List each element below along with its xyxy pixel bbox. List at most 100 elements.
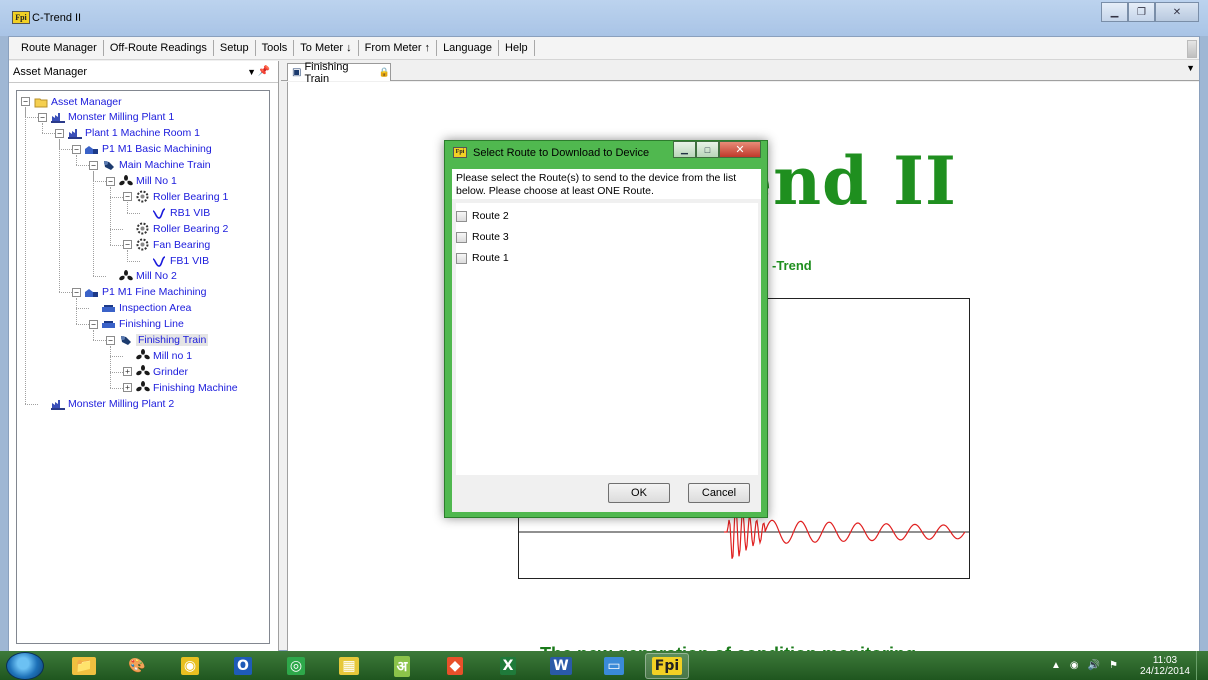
network-icon[interactable]: ◉ — [1070, 660, 1079, 671]
tree-node[interactable]: Mill no 1 — [123, 348, 192, 363]
collapse-icon[interactable]: − — [123, 192, 132, 202]
tree-node[interactable]: Monster Milling Plant 2 — [38, 396, 174, 411]
tree-node[interactable]: − Finishing Train — [106, 333, 209, 348]
dialog-minimize-button[interactable]: ▁ — [673, 141, 696, 158]
tab-overflow-icon[interactable]: ▼ — [1186, 63, 1195, 73]
route-checkbox[interactable] — [456, 252, 467, 264]
collapse-icon[interactable]: − — [21, 97, 30, 106]
tab-finishing-train[interactable]: ▣ Finishing Train 🔒 — [287, 61, 391, 85]
tree-connector — [25, 403, 38, 405]
asset-tree[interactable]: − Asset Manager − Monster Milling Plant 1− P… — [16, 90, 270, 644]
outlook-icon: O — [234, 657, 252, 675]
tree-node[interactable]: FB1 VIB — [140, 253, 209, 268]
window-controls: ▁ ❐ ✕ — [1101, 2, 1199, 22]
taskbar-app[interactable]: ◆ — [433, 653, 477, 679]
collapse-icon[interactable]: − — [38, 112, 47, 122]
taskbar-app[interactable]: ▦ — [327, 653, 371, 679]
menu-from-meter[interactable]: From Meter ↑ — [359, 40, 438, 56]
taskbar-app[interactable]: Fpi — [645, 653, 689, 679]
taskbar-app[interactable]: X — [486, 653, 530, 679]
menu-to-meter[interactable]: To Meter ↓ — [294, 40, 359, 56]
git-icon: ◆ — [446, 657, 464, 675]
route-label: Route 3 — [472, 231, 509, 243]
route-item[interactable]: Route 2 — [456, 208, 509, 224]
minimize-button[interactable]: ▁ — [1101, 2, 1128, 22]
collapse-icon[interactable]: − — [89, 319, 98, 329]
expand-icon[interactable]: + — [123, 383, 132, 393]
tree-connector — [127, 212, 140, 214]
menu-language[interactable]: Language — [437, 40, 500, 56]
collapse-icon[interactable]: − — [55, 128, 64, 138]
collapse-icon[interactable]: − — [106, 176, 115, 186]
route-item[interactable]: Route 1 — [456, 250, 509, 266]
dialog-maximize-button[interactable]: □ — [696, 141, 719, 158]
menu-off-route-readings[interactable]: Off-Route Readings — [104, 40, 214, 56]
collapse-icon[interactable]: − — [72, 144, 81, 154]
tree-node[interactable]: − P1 M1 Fine Machining — [72, 285, 206, 300]
tree-node[interactable]: − Mill No 1 — [106, 174, 177, 189]
start-button[interactable] — [6, 652, 44, 680]
cancel-button[interactable]: Cancel — [688, 483, 750, 503]
action-center-icon[interactable]: ⚑ — [1109, 660, 1118, 671]
tree-node[interactable]: − Monster Milling Plant 1 — [38, 110, 174, 125]
tree-node[interactable]: + Grinder — [123, 364, 188, 379]
volume-icon[interactable]: 🔊 — [1088, 660, 1100, 671]
tree-node[interactable]: − P1 M1 Basic Machining — [72, 142, 212, 157]
menu-help[interactable]: Help — [499, 40, 535, 56]
route-checkbox[interactable] — [456, 210, 467, 222]
chrome-icon: ◉ — [180, 657, 200, 675]
menu-route-manager[interactable]: Route Manager — [15, 40, 104, 56]
tree-node[interactable]: − Main Machine Train — [89, 158, 211, 173]
tree-node-label: Plant 1 Machine Room 1 — [85, 127, 200, 140]
close-button[interactable]: ✕ — [1155, 2, 1199, 22]
dialog-controls: ▁ □ ✕ — [673, 141, 761, 158]
tree-node[interactable]: − Asset Manager — [21, 94, 122, 109]
taskbar-app[interactable]: ▭ — [592, 653, 636, 679]
pane-dropdown-icon[interactable]: ▼ — [247, 61, 256, 83]
tree-node[interactable]: Inspection Area — [89, 301, 191, 316]
route-item[interactable]: Route 3 — [456, 229, 509, 245]
collapse-icon[interactable]: − — [72, 287, 81, 297]
lock-icon[interactable]: 🔒 — [379, 67, 390, 78]
tree-node[interactable]: − Roller Bearing 1 — [123, 189, 228, 204]
collapse-icon[interactable]: − — [106, 335, 115, 345]
tree-node[interactable]: − Fan Bearing — [123, 237, 210, 252]
expand-icon[interactable]: + — [123, 367, 132, 377]
dialog-close-button[interactable]: ✕ — [719, 141, 761, 158]
tree-node[interactable]: Roller Bearing 2 — [123, 221, 228, 236]
tree-node[interactable]: Mill No 2 — [106, 269, 177, 284]
taskbar-app[interactable]: W — [539, 653, 583, 679]
taskbar-app[interactable]: O — [221, 653, 265, 679]
dialog-title: Select Route to Download to Device — [473, 147, 650, 159]
taskbar-app[interactable]: 📁 — [62, 653, 106, 679]
collapse-icon[interactable]: − — [123, 240, 132, 250]
taskbar-app[interactable]: अ — [380, 653, 424, 679]
tree-node-label: Finishing Train — [136, 334, 209, 346]
pin-icon[interactable]: 📌 — [258, 61, 270, 83]
tray-expand-icon[interactable]: ▲ — [1051, 660, 1061, 671]
taskbar-app[interactable]: ◎ — [274, 653, 318, 679]
tree-connector — [110, 371, 123, 373]
train-icon — [118, 334, 133, 347]
tree-node[interactable]: − Finishing Line — [89, 317, 184, 332]
close-icon: ✕ — [1172, 6, 1182, 18]
maximize-button[interactable]: ❐ — [1128, 2, 1155, 22]
ok-button[interactable]: OK — [608, 483, 670, 503]
menu-tools[interactable]: Tools — [256, 40, 295, 56]
collapse-icon[interactable]: − — [89, 160, 98, 170]
taskbar-app[interactable]: ◉ — [168, 653, 212, 679]
machine-icon — [118, 269, 133, 283]
tree-node[interactable]: + Finishing Machine — [123, 380, 238, 395]
restore-icon: ❐ — [1137, 6, 1146, 18]
taskbar-app[interactable]: 🎨 — [115, 653, 159, 679]
tree-node[interactable]: RB1 VIB — [140, 205, 210, 220]
show-desktop-button[interactable] — [1196, 651, 1208, 680]
tree-node-label: Finishing Machine — [153, 381, 238, 394]
route-checkbox[interactable] — [456, 231, 467, 243]
tree-node[interactable]: − Plant 1 Machine Room 1 — [55, 126, 200, 141]
clock[interactable]: 11:03 24/12/2014 — [1140, 655, 1190, 677]
dialog-app-icon: Fpi — [453, 147, 467, 158]
menu-overflow-scroll[interactable] — [1187, 40, 1197, 58]
menu-setup[interactable]: Setup — [214, 40, 256, 56]
pane-title: Asset Manager — [13, 66, 87, 78]
